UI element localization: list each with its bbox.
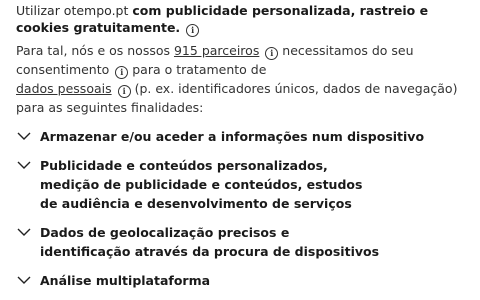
purpose-item[interactable]: Publicidade e conteúdos personalizados, … — [16, 156, 466, 213]
purpose-item[interactable]: Análise multiplataforma — [16, 271, 466, 290]
purpose-item[interactable]: Dados de geolocalização precisos e ident… — [16, 223, 466, 261]
purpose-item[interactable]: Armazenar e/ou aceder a informações num … — [16, 127, 466, 146]
consent-paragraph: Para tal, nós e os nossos 915 parceiros … — [16, 41, 466, 117]
intro-site-text: Utilizar otempo.pt — [16, 3, 129, 18]
consent-panel: Utilizar otempo.pt com publicidade perso… — [16, 0, 466, 300]
info-icon[interactable]: i — [117, 85, 131, 98]
chevron-down-icon — [16, 224, 34, 242]
info-icon[interactable]: i — [186, 24, 200, 37]
purposes-list: Armazenar e/ou aceder a informações num … — [16, 127, 466, 290]
purpose-label: Análise multiplataforma — [40, 273, 211, 288]
paragraph-text-1: Para tal, nós e os nossos — [16, 43, 174, 58]
chevron-down-icon — [16, 157, 34, 175]
info-icon[interactable]: i — [115, 66, 129, 79]
chevron-down-icon — [16, 128, 34, 146]
consent-intro: Utilizar otempo.pt com publicidade perso… — [16, 2, 466, 37]
info-icon[interactable]: i — [265, 47, 279, 60]
partners-link[interactable]: 915 parceiros — [174, 43, 259, 58]
purpose-label: Publicidade e conteúdos personalizados, … — [40, 158, 363, 211]
chevron-down-icon — [16, 272, 34, 290]
paragraph-text-3: para o tratamento de — [128, 62, 267, 77]
personal-data-link[interactable]: dados pessoais — [16, 81, 112, 96]
purpose-label: Armazenar e/ou aceder a informações num … — [40, 129, 425, 144]
purpose-label: Dados de geolocalização precisos e ident… — [40, 225, 380, 259]
